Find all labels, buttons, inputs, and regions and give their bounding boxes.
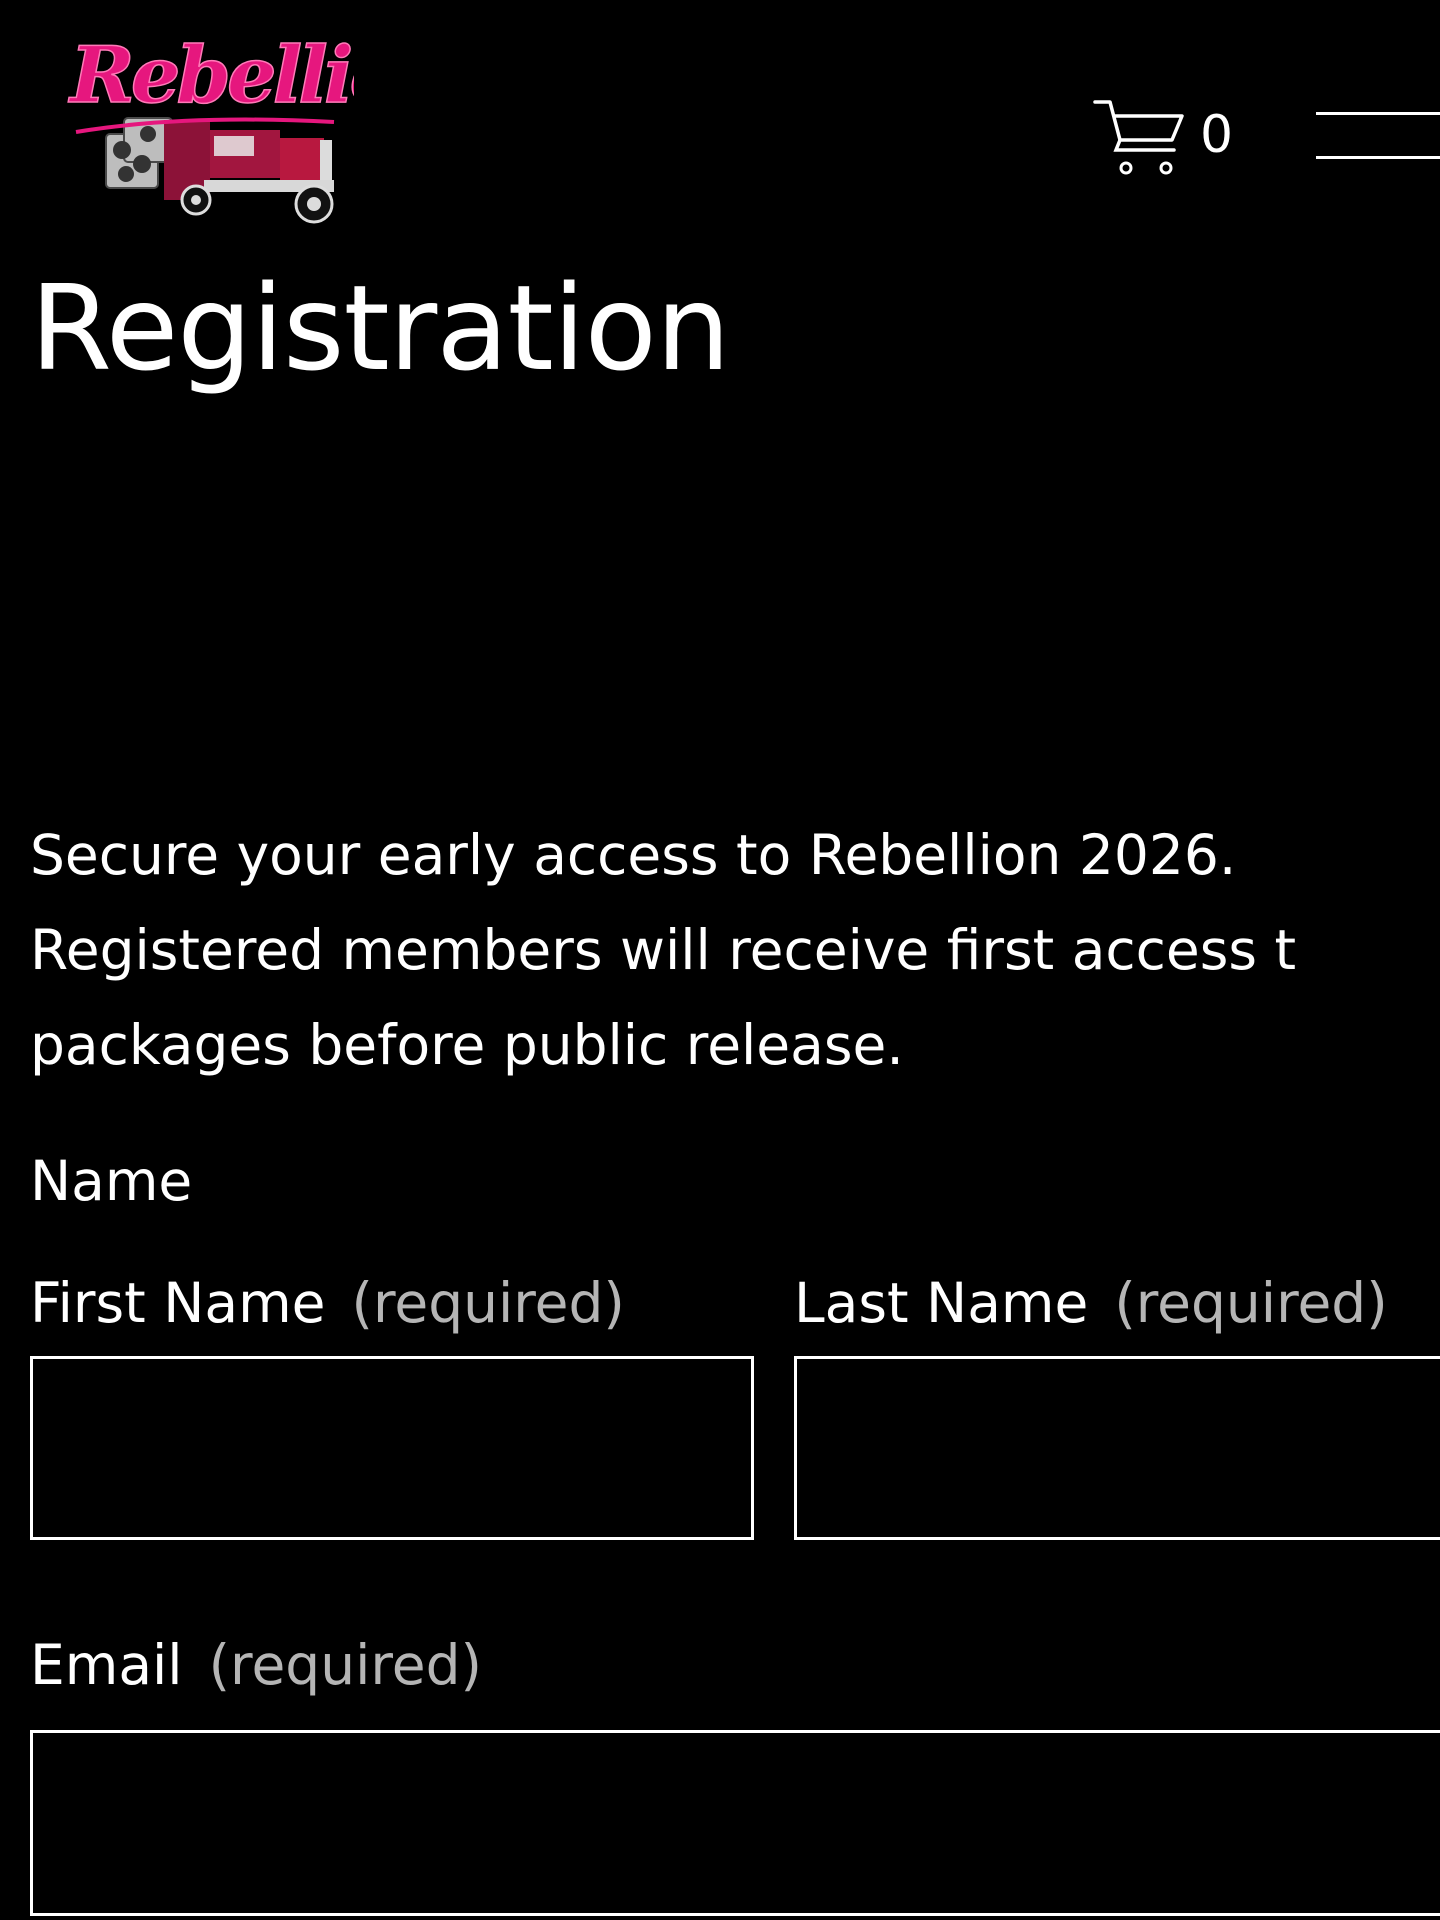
page-title: Registration (30, 259, 731, 397)
email-input[interactable] (30, 1730, 1440, 1916)
first-name-input[interactable] (30, 1356, 754, 1540)
last-name-required: (required) (1114, 1271, 1388, 1335)
cart-icon (1092, 98, 1186, 178)
email-required: (required) (208, 1633, 482, 1697)
intro-line-1: Secure your early access to Rebellion 20… (30, 823, 1237, 887)
first-name-label: First Name (required) (30, 1276, 625, 1331)
menu-line-bottom (1316, 156, 1440, 159)
intro-line-2: Registered members will receive first ac… (30, 918, 1297, 982)
cart-count: 0 (1200, 105, 1234, 165)
name-group-label: Name (30, 1149, 193, 1213)
email-label-text: Email (30, 1633, 183, 1697)
menu-line-top (1316, 112, 1440, 115)
logo-wordmark: Rebellion (68, 30, 354, 121)
hamburger-menu-icon[interactable] (1316, 112, 1440, 162)
last-name-input[interactable] (794, 1356, 1440, 1540)
intro-text: Secure your early access to Rebellion 20… (30, 808, 1440, 1093)
last-name-label: Last Name (required) (794, 1276, 1388, 1331)
email-label: Email (required) (30, 1638, 482, 1693)
last-name-label-text: Last Name (794, 1271, 1089, 1335)
site-logo[interactable]: Rebellion (64, 22, 354, 232)
cart-button[interactable]: 0 (1092, 98, 1233, 178)
truck-logo-icon: Rebellion (67, 29, 354, 224)
first-name-label-text: First Name (30, 1271, 326, 1335)
first-name-required: (required) (351, 1271, 625, 1335)
intro-line-3: packages before public release. (30, 1013, 904, 1077)
